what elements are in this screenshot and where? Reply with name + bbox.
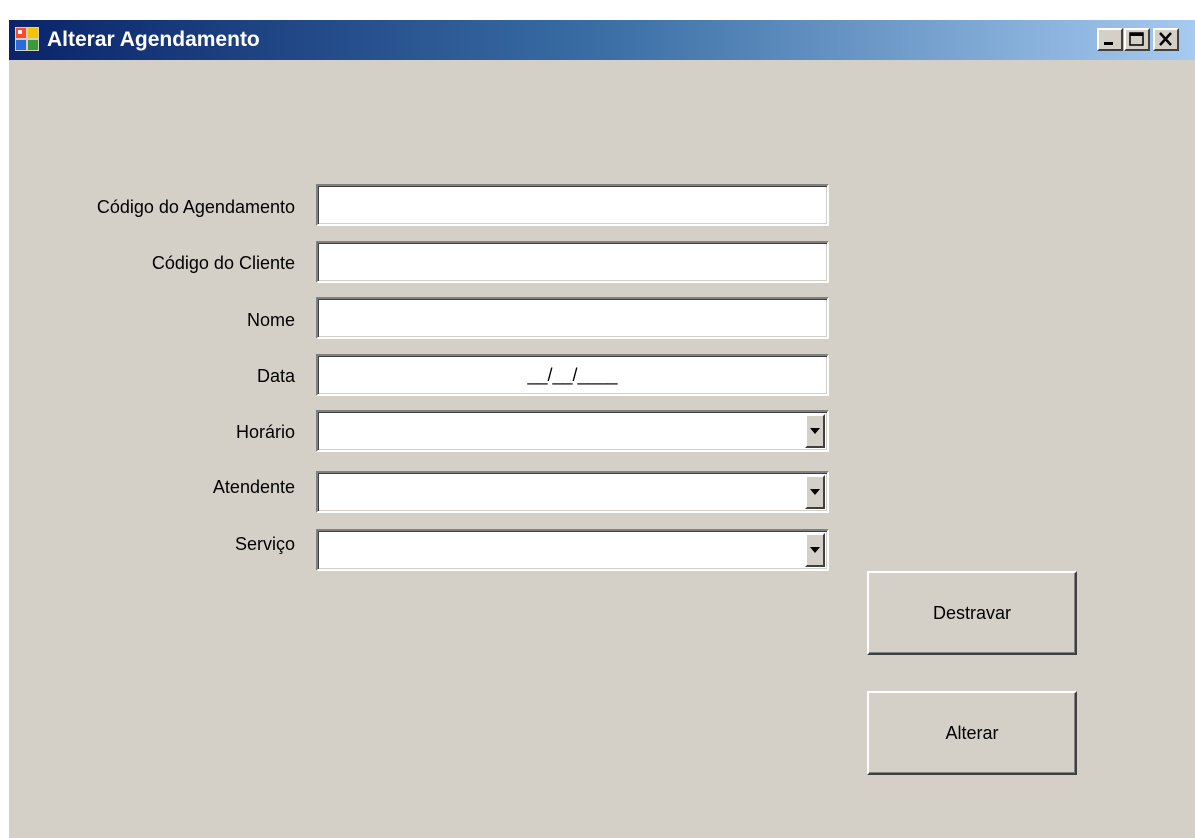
alterar-agendamento-window: Alterar Agendamento Código do Agendament…: [8, 20, 1195, 838]
data-label: Data: [256, 366, 295, 386]
horario-combobox[interactable]: [316, 410, 829, 452]
window-title: Alterar Agendamento: [47, 28, 260, 51]
data-value: __/__/____: [527, 365, 618, 385]
codigo-agendamento-input[interactable]: [316, 184, 829, 226]
codigo-cliente-value: [318, 243, 827, 281]
servico-label: Serviço: [234, 534, 295, 554]
atendente-combobox[interactable]: [316, 471, 829, 513]
horario-label: Horário: [235, 422, 295, 442]
horario-dropdown-button[interactable]: [805, 414, 825, 448]
codigo-agendamento-value: [318, 186, 827, 224]
nome-value: [318, 299, 827, 337]
minimize-icon: [1104, 42, 1113, 45]
atendente-label: Atendente: [212, 477, 295, 497]
application-form-icon: [15, 27, 39, 51]
atendente-value: [318, 473, 827, 511]
maximize-button[interactable]: [1124, 28, 1150, 51]
atendente-dropdown-button[interactable]: [805, 475, 825, 509]
close-button[interactable]: [1153, 28, 1179, 51]
servico-dropdown-button[interactable]: [805, 533, 825, 567]
codigo-cliente-input[interactable]: [316, 241, 829, 283]
maximize-icon: [1129, 32, 1144, 46]
destravar-button[interactable]: Destravar: [867, 571, 1077, 655]
data-masked-input[interactable]: __/__/____: [316, 354, 829, 396]
codigo-agendamento-label: Código do Agendamento: [96, 197, 295, 217]
chevron-down-icon: [810, 547, 820, 553]
chevron-down-icon: [810, 489, 820, 495]
nome-input[interactable]: [316, 297, 829, 339]
codigo-cliente-label: Código do Cliente: [151, 253, 295, 273]
chevron-down-icon: [810, 428, 820, 434]
close-icon: [1159, 32, 1172, 46]
minimize-button[interactable]: [1097, 28, 1123, 51]
horario-value: [318, 412, 827, 450]
nome-label: Nome: [246, 310, 295, 330]
servico-value: [318, 531, 827, 569]
alterar-button[interactable]: Alterar: [867, 691, 1077, 775]
servico-combobox[interactable]: [316, 529, 829, 571]
title-bar[interactable]: Alterar Agendamento: [9, 20, 1195, 60]
